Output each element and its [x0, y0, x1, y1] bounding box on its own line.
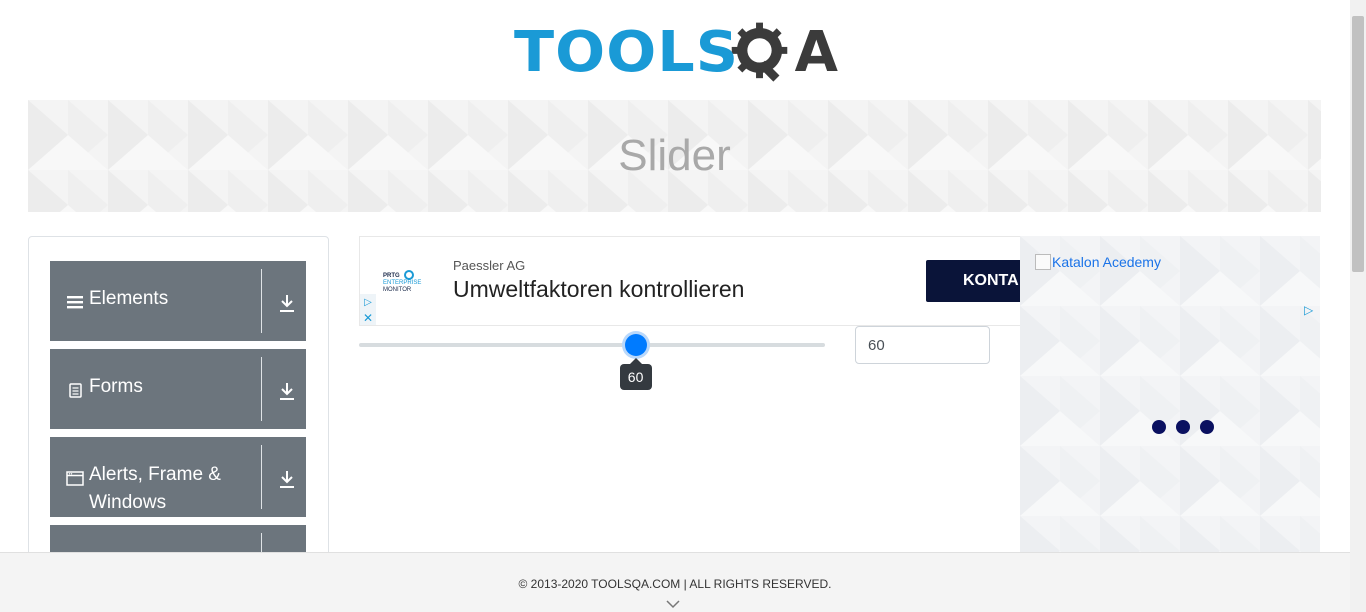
sidebar-group-forms[interactable]: Forms [50, 349, 306, 429]
sidebar-group-elements[interactable]: Elements [50, 261, 306, 341]
gear-magnifier-icon [732, 22, 788, 82]
svg-text:PRTG: PRTG [383, 273, 400, 279]
ad-close-icon[interactable]: ✕ [360, 310, 376, 325]
side-ad-pattern [1020, 236, 1320, 556]
sidebar-group-alerts[interactable]: Alerts, Frame & Windows [50, 437, 306, 517]
svg-text:MONITOR: MONITOR [383, 287, 412, 293]
scrollbar-thumb[interactable] [1352, 16, 1364, 272]
download-arrow-icon[interactable] [278, 293, 296, 313]
loading-dot [1176, 420, 1190, 434]
chevron-down-icon[interactable] [666, 599, 680, 609]
footer-copyright: © 2013-2020 TOOLSQA.COM | ALL RIGHTS RES… [518, 577, 832, 591]
page-title: Slider [618, 131, 731, 180]
prtg-logo-icon: PRTG ENTERPRISE MONITOR [383, 270, 421, 293]
download-arrow-icon[interactable] [278, 469, 296, 489]
ad-sponsor: Paessler AG [453, 258, 526, 273]
adchoices-icon[interactable]: ▷ [1304, 303, 1313, 317]
loading-dot [1152, 420, 1166, 434]
vertical-scrollbar[interactable] [1350, 0, 1366, 612]
page-banner: Slider [28, 100, 1321, 212]
sidebar-group-label: Elements [89, 288, 169, 309]
sidebar-group-label: Alerts, Frame & Windows [89, 464, 221, 513]
divider [261, 269, 262, 333]
slider-value-tooltip: 60 [619, 358, 652, 390]
adchoices-icon[interactable]: ▷ [360, 294, 376, 310]
window-icon [66, 471, 84, 486]
left-sidebar: Elements Forms Alerts, Frame & Windows [28, 236, 329, 566]
side-ad[interactable]: Katalon Acedemy ▷ ✕ [1020, 236, 1320, 556]
page-header: TOOLS A [0, 0, 1350, 100]
broken-image-icon [1035, 254, 1051, 270]
side-ad-image-alt: Katalon Acedemy [1052, 254, 1161, 270]
slider-value-field[interactable]: 60 [855, 326, 990, 364]
hamburger-icon [67, 296, 83, 309]
loading-dot [1200, 420, 1214, 434]
divider [261, 357, 262, 421]
side-ad-image[interactable]: Katalon Acedemy [1035, 254, 1161, 270]
ad-cta-button[interactable]: KONTA [926, 260, 1020, 302]
toolsqa-logo[interactable]: TOOLS A [514, 16, 838, 90]
slider-track[interactable] [359, 343, 825, 347]
document-icon [69, 383, 82, 398]
download-arrow-icon[interactable] [278, 381, 296, 401]
ad-headline[interactable]: Umweltfaktoren kontrollieren [453, 276, 744, 303]
logo-text-tools: TOOLS [514, 20, 740, 85]
svg-text:ENTERPRISE: ENTERPRISE [383, 280, 421, 286]
page-footer: © 2013-2020 TOOLSQA.COM | ALL RIGHTS RES… [0, 552, 1350, 612]
slider-thumb[interactable] [624, 334, 647, 356]
logo-text-a: A [794, 20, 838, 85]
ad-banner[interactable]: PRTG ENTERPRISE MONITOR Paessler AG Umwe… [359, 236, 1020, 326]
sidebar-group-label: Forms [89, 376, 143, 397]
divider [261, 445, 262, 509]
